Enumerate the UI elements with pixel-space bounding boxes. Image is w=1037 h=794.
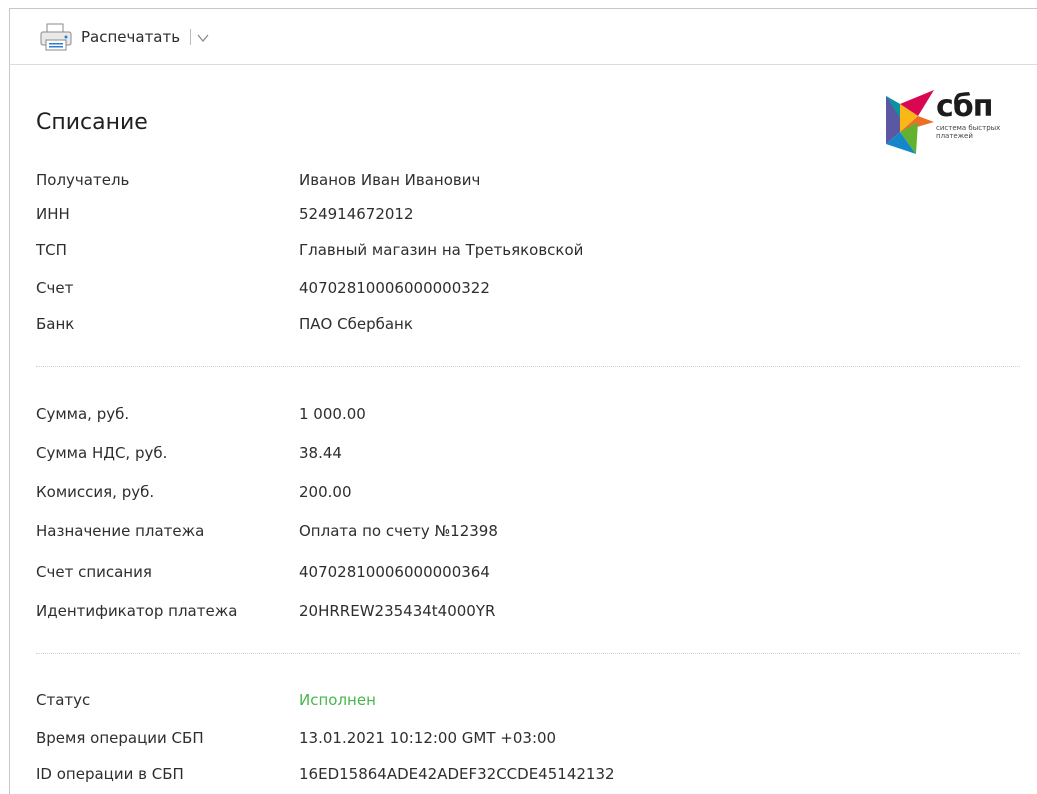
field-label: Идентификатор платежа [36, 602, 238, 620]
field-value: 16ED15864ADE42ADEF32CCDE45142132 [299, 765, 615, 783]
print-button[interactable]: Распечатать [39, 20, 210, 54]
field-label: Время операции СБП [36, 729, 204, 747]
field-value: ПАО Сбербанк [299, 315, 413, 333]
list-item: ИНН 524914672012 [36, 202, 996, 226]
list-item: Идентификатор платежа 20HRREW235434t4000… [36, 599, 996, 623]
field-label: Сумма, руб. [36, 405, 130, 423]
field-label: Статус [36, 691, 91, 709]
field-label: ТСП [36, 241, 67, 259]
list-item: Счет списания 40702810006000000364 [36, 560, 996, 584]
sbp-logo: сбп система быстрых платежей [884, 88, 1019, 154]
document-frame [9, 8, 1037, 794]
field-label: Комиссия, руб. [36, 483, 155, 501]
field-label: Банк [36, 315, 75, 333]
list-item: Назначение платежа Оплата по счету №1239… [36, 519, 996, 543]
list-item: Сумма, руб. 1 000.00 [36, 402, 996, 426]
field-value: 38.44 [299, 444, 342, 462]
printer-icon [39, 22, 73, 52]
field-value: 524914672012 [299, 205, 414, 223]
field-label: ИНН [36, 205, 70, 223]
chevron-down-icon[interactable] [196, 30, 210, 44]
field-value: 1 000.00 [299, 405, 366, 423]
field-value: Иванов Иван Иванович [299, 171, 481, 189]
sbp-logo-word: сбп [936, 89, 993, 124]
section-divider [36, 366, 1020, 367]
toolbar-separator [190, 29, 192, 45]
field-value: 40702810006000000364 [299, 563, 490, 581]
list-item: Статус Исполнен [36, 688, 996, 712]
field-value: 13.01.2021 10:12:00 GMT +03:00 [299, 729, 557, 747]
field-value: Главный магазин на Третьяковской [299, 241, 584, 259]
status-badge: Исполнен [299, 691, 376, 709]
list-item: Получатель Иванов Иван Иванович [36, 168, 996, 192]
list-item: Комиссия, руб. 200.00 [36, 480, 996, 504]
section-divider [36, 653, 1020, 654]
field-label: ID операции в СБП [36, 765, 184, 783]
field-label: Назначение платежа [36, 522, 205, 540]
list-item: Сумма НДС, руб. 38.44 [36, 441, 996, 465]
sbp-logo-icon [886, 90, 934, 154]
print-label: Распечатать [81, 28, 181, 46]
list-item: Счет 40702810006000000322 [36, 276, 996, 300]
list-item: Банк ПАО Сбербанк [36, 312, 996, 336]
list-item: Время операции СБП 13.01.2021 10:12:00 G… [36, 726, 996, 750]
field-value: 20HRREW235434t4000YR [299, 602, 496, 620]
list-item: ID операции в СБП 16ED15864ADE42ADEF32CC… [36, 762, 996, 786]
field-value: 40702810006000000322 [299, 279, 490, 297]
field-label: Получатель [36, 171, 130, 189]
field-label: Сумма НДС, руб. [36, 444, 168, 462]
field-value: Оплата по счету №12398 [299, 522, 498, 540]
field-value: 200.00 [299, 483, 352, 501]
toolbar: Распечатать [9, 8, 1037, 65]
field-label: Счет [36, 279, 74, 297]
list-item: ТСП Главный магазин на Третьяковской [36, 238, 996, 262]
field-label: Счет списания [36, 563, 152, 581]
page-title: Списание [36, 110, 148, 135]
sbp-logo-subtitle: система быстрых платежей [936, 124, 1001, 140]
